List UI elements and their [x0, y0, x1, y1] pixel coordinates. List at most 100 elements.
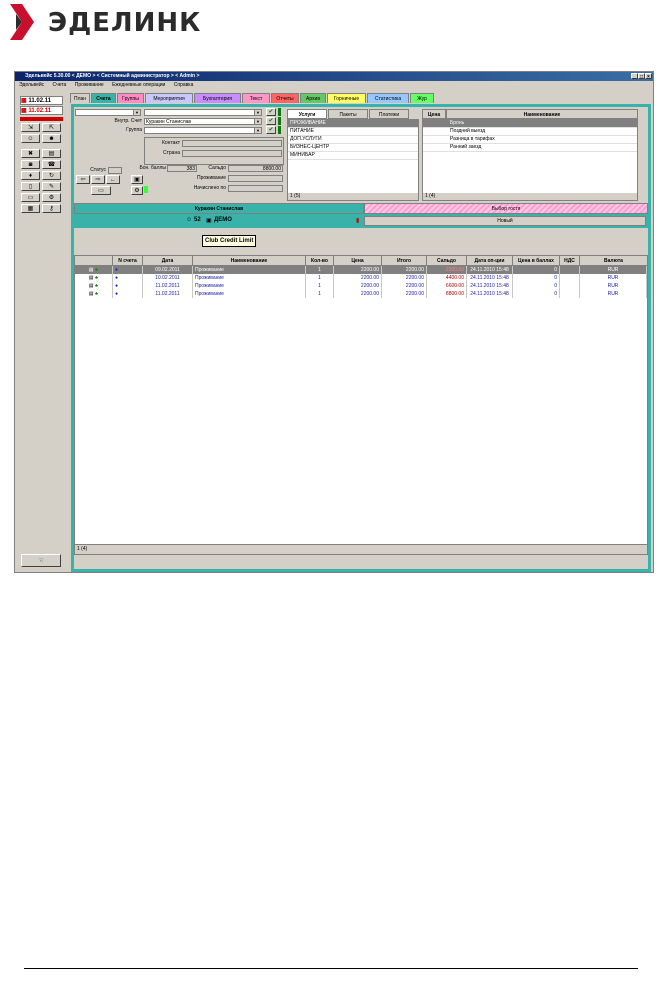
column-header-name[interactable]: Наименование [193, 256, 306, 266]
tab-accounting[interactable]: Бухгалтерия [194, 93, 241, 103]
column-header-price[interactable]: Цена [334, 256, 382, 266]
group-icon[interactable]: ☻ [42, 134, 61, 143]
accounts-panel: ▼ ▼ ✔ Внутр. Счет Куракин Станислав ▼ ✔ Г… [74, 107, 648, 569]
apply-button-1[interactable]: ✔ [266, 108, 276, 116]
list-item[interactable]: Поздний выезд [423, 128, 637, 136]
saldo-field[interactable]: 8800.00 [228, 165, 283, 172]
row-account-number: ● [113, 274, 143, 282]
chevron-down-icon: ▼ [254, 128, 261, 133]
list-item[interactable]: ПРОЖИВАНИЕ [288, 120, 418, 128]
contact-field[interactable] [182, 140, 282, 147]
list-item[interactable]: Разница в тарифах [423, 136, 637, 144]
menu-item-accounts[interactable]: Счета [53, 82, 67, 88]
charged-until-field[interactable] [228, 185, 283, 192]
column-header-operation-date[interactable]: Дата оп-ции [467, 256, 513, 266]
tab-services[interactable]: Услуги [287, 109, 327, 119]
group-label: Группа [126, 127, 142, 133]
alert-strip [20, 117, 63, 121]
settings-icon[interactable]: ⚙ [131, 186, 143, 195]
company-name: ДЕМО [214, 217, 232, 223]
phone-icon[interactable]: ☎ [42, 160, 61, 169]
status-field[interactable] [108, 167, 122, 174]
status-label: Статус [90, 167, 106, 173]
country-field[interactable] [182, 150, 282, 157]
price-column-header[interactable]: Цена [422, 109, 446, 119]
close-button[interactable]: × [645, 73, 652, 80]
group-select[interactable]: ▼ [144, 127, 262, 134]
tab-accounts[interactable]: Счета [91, 93, 116, 103]
menu-item-edelweiss[interactable]: Эдельвейс [19, 82, 44, 88]
menu-item-accommodation[interactable]: Проживание [75, 82, 104, 88]
column-header-icons[interactable] [75, 256, 113, 266]
tab-archive[interactable]: Архив [300, 93, 326, 103]
parrot-icon[interactable]: ♦ [21, 171, 40, 180]
column-header-account-number[interactable]: N счета [113, 256, 143, 266]
column-header-total[interactable]: Итого [382, 256, 427, 266]
list-item[interactable]: БИЗНЕС-ЦЕНТР [288, 144, 418, 152]
list-item[interactable]: МИНИБАР [288, 152, 418, 160]
account-type-select[interactable]: ▼ [75, 109, 141, 116]
table-row[interactable]: ▤ ♣ ● 10.02.2011 Проживание 1 2200.00 2200.00 4… [75, 274, 647, 282]
tab-text[interactable]: Текст [242, 93, 270, 103]
tab-groups[interactable]: Группы [117, 93, 144, 103]
guests-icon[interactable]: ☺ [21, 134, 40, 143]
guest-name-tab[interactable]: Куракин Станислав [74, 203, 364, 214]
check-out-icon[interactable]: ⇱ [42, 123, 61, 132]
car-icon[interactable]: ◙ [21, 160, 40, 169]
column-header-date[interactable]: Дата [143, 256, 193, 266]
column-header-vat[interactable]: НДС [560, 256, 580, 266]
list-item[interactable]: ПИТАНИЕ [288, 128, 418, 136]
credit-card-icon[interactable]: ▣ [131, 175, 143, 184]
tab-packages[interactable]: Пакеты [328, 109, 368, 119]
back-arrow-icon[interactable]: ← [106, 175, 120, 184]
refresh-icon[interactable]: ↻ [42, 171, 61, 180]
service-icon[interactable]: ♣ [95, 283, 98, 289]
service-icon[interactable]: ♣ [95, 267, 98, 273]
guest-out-icon[interactable]: ⇨ [91, 175, 105, 184]
tab-plan[interactable]: План [70, 93, 90, 103]
column-header-points-price[interactable]: Цена в баллах [513, 256, 560, 266]
select-guest-tab[interactable]: Выбор гостя [364, 203, 648, 214]
column-header-quantity[interactable]: Кол-во [306, 256, 334, 266]
bonus-points-field[interactable]: 383 [167, 165, 197, 172]
table-row[interactable]: ▤ ♣ ● 11.02.2011 Проживание 1 2200.00 2200.00 8… [75, 290, 647, 298]
printer-icon[interactable]: ▭ [21, 193, 40, 202]
accounts-module: ▼ ▼ ✔ Внутр. Счет Куракин Станислав ▼ ✔ Г… [71, 104, 651, 572]
tab-housekeeping[interactable]: Горничные [327, 93, 366, 103]
service-icon[interactable]: ♣ [95, 291, 98, 297]
minimize-button[interactable]: _ [631, 73, 638, 80]
tab-statistics[interactable]: Статистика [367, 93, 409, 103]
list-item[interactable]: Бронь [423, 120, 637, 128]
maximize-button[interactable]: □ [638, 73, 645, 80]
internal-account-select[interactable]: Куракин Станислав ▼ [144, 118, 262, 125]
tab-events[interactable]: Мероприятия [145, 93, 193, 103]
column-header-saldo[interactable]: Сальдо [427, 256, 467, 266]
list-item[interactable]: Ранний заезд [423, 144, 637, 152]
document-icon[interactable]: ▯ [21, 182, 40, 191]
menu-item-help[interactable]: Справка [174, 82, 194, 88]
accommodation-field[interactable] [228, 175, 283, 182]
tab-payments[interactable]: Платежи [369, 109, 409, 119]
guest-in-icon[interactable]: ⇦ [76, 175, 90, 184]
account-select[interactable]: ▼ [144, 109, 262, 116]
name-column-header[interactable]: Наименование [446, 109, 638, 119]
service-icon[interactable]: ♣ [95, 275, 98, 281]
tab-reports[interactable]: Отчеты [271, 93, 299, 103]
key-icon[interactable]: ⚷ [42, 204, 61, 213]
table-row[interactable]: ▤ ♣ ● 09.02.2011 Проживание 1 2200.00 2200.00 2… [75, 266, 647, 274]
hand-icon[interactable]: ☜ [21, 554, 61, 567]
edit-icon[interactable]: ✎ [42, 182, 61, 191]
list-item[interactable]: ДОП.УСЛУГИ [288, 136, 418, 144]
menu-item-daily-operations[interactable]: Ежедневные операции [112, 82, 165, 88]
table-row[interactable]: ▤ ♣ ● 11.02.2011 Проживание 1 2200.00 2200.00 6… [75, 282, 647, 290]
apply-button-3[interactable]: ✔ [266, 126, 276, 134]
rooms-icon[interactable]: ▤ [42, 149, 61, 158]
tab-journal[interactable]: Жур [410, 93, 434, 103]
column-header-currency[interactable]: Валюта [580, 256, 647, 266]
check-in-icon[interactable]: ⇲ [21, 123, 40, 132]
cancel-icon[interactable]: ✖ [21, 149, 40, 158]
keyboard-icon[interactable]: ▦ [21, 204, 40, 213]
apply-button-2[interactable]: ✔ [266, 117, 276, 125]
settings-icon[interactable]: ⚙ [42, 193, 61, 202]
printer-icon[interactable]: ▭ [91, 186, 111, 195]
